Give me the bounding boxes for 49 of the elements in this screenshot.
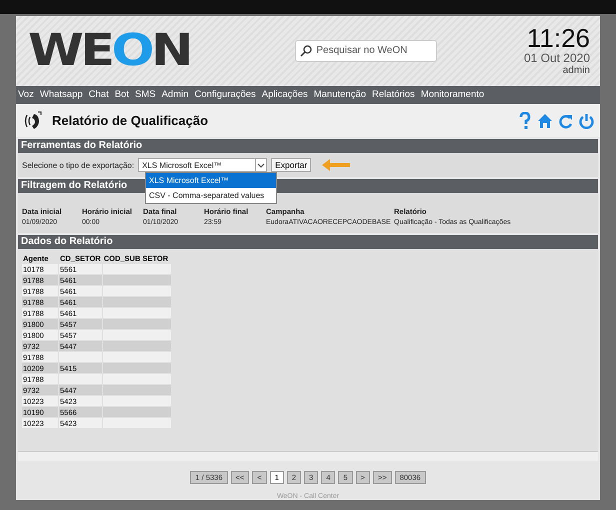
- search-field[interactable]: Pesquisar no WeON: [295, 40, 438, 62]
- table-cell: [102, 407, 171, 417]
- nav-item[interactable]: Relatórios: [372, 89, 415, 100]
- nav-item[interactable]: Configurações: [194, 89, 256, 100]
- nav-item[interactable]: Monitoramento: [420, 89, 484, 100]
- export-label: Selecione o tipo de exportação:: [22, 160, 134, 170]
- table-cell: [102, 374, 171, 384]
- clock-date: 01 Out 2020: [524, 51, 590, 66]
- table-cell: [102, 363, 171, 373]
- table-cell: [102, 308, 171, 318]
- refresh-icon[interactable]: [559, 112, 573, 129]
- table-cell: [102, 264, 171, 274]
- nav-item[interactable]: Whatsapp: [40, 89, 83, 100]
- nav-item[interactable]: Chat: [88, 89, 109, 100]
- phone-signal-icon: [22, 110, 44, 131]
- table-cell: [102, 341, 171, 351]
- nav-item[interactable]: SMS: [134, 89, 156, 100]
- caret-icon: [255, 159, 266, 171]
- clock-time: 11:26: [526, 25, 590, 52]
- horizontal-scrollbar[interactable]: [18, 451, 598, 461]
- section-header: Ferramentas do Relatório: [18, 139, 598, 153]
- nav-item[interactable]: Bot: [114, 89, 129, 100]
- dropdown-option[interactable]: XLS Microsoft Excel™: [146, 173, 276, 188]
- nav-item[interactable]: Aplicações: [262, 89, 308, 100]
- help-icon[interactable]: [519, 112, 531, 130]
- export-type-select[interactable]: XLS Microsoft Excel™: [138, 158, 268, 172]
- table-cell: [102, 385, 171, 395]
- user-name: admin: [562, 65, 590, 76]
- export-button[interactable]: Exportar: [271, 158, 312, 172]
- table-cell: [102, 352, 171, 362]
- search-icon: [300, 44, 312, 57]
- table-cell: [102, 275, 171, 285]
- logo: WEON: [28, 25, 190, 76]
- nav-item[interactable]: Manutenção: [314, 89, 366, 100]
- table-cell: [102, 286, 171, 296]
- power-icon[interactable]: [579, 112, 594, 129]
- table-cell: [102, 319, 171, 329]
- nav-item[interactable]: Admin: [162, 89, 189, 100]
- table-cell: [102, 297, 171, 307]
- page-title: Relatório de Qualificação: [52, 113, 210, 128]
- arrow-icon: [321, 158, 352, 172]
- table-cell: [102, 418, 171, 428]
- table-cell: [102, 330, 171, 340]
- table-cell: [59, 352, 102, 362]
- table-cell: [102, 396, 171, 406]
- nav-item[interactable]: Voz: [18, 89, 34, 100]
- table-cell: [59, 374, 102, 384]
- home-icon[interactable]: [537, 112, 553, 129]
- section-header: Dados do Relatório: [18, 235, 598, 249]
